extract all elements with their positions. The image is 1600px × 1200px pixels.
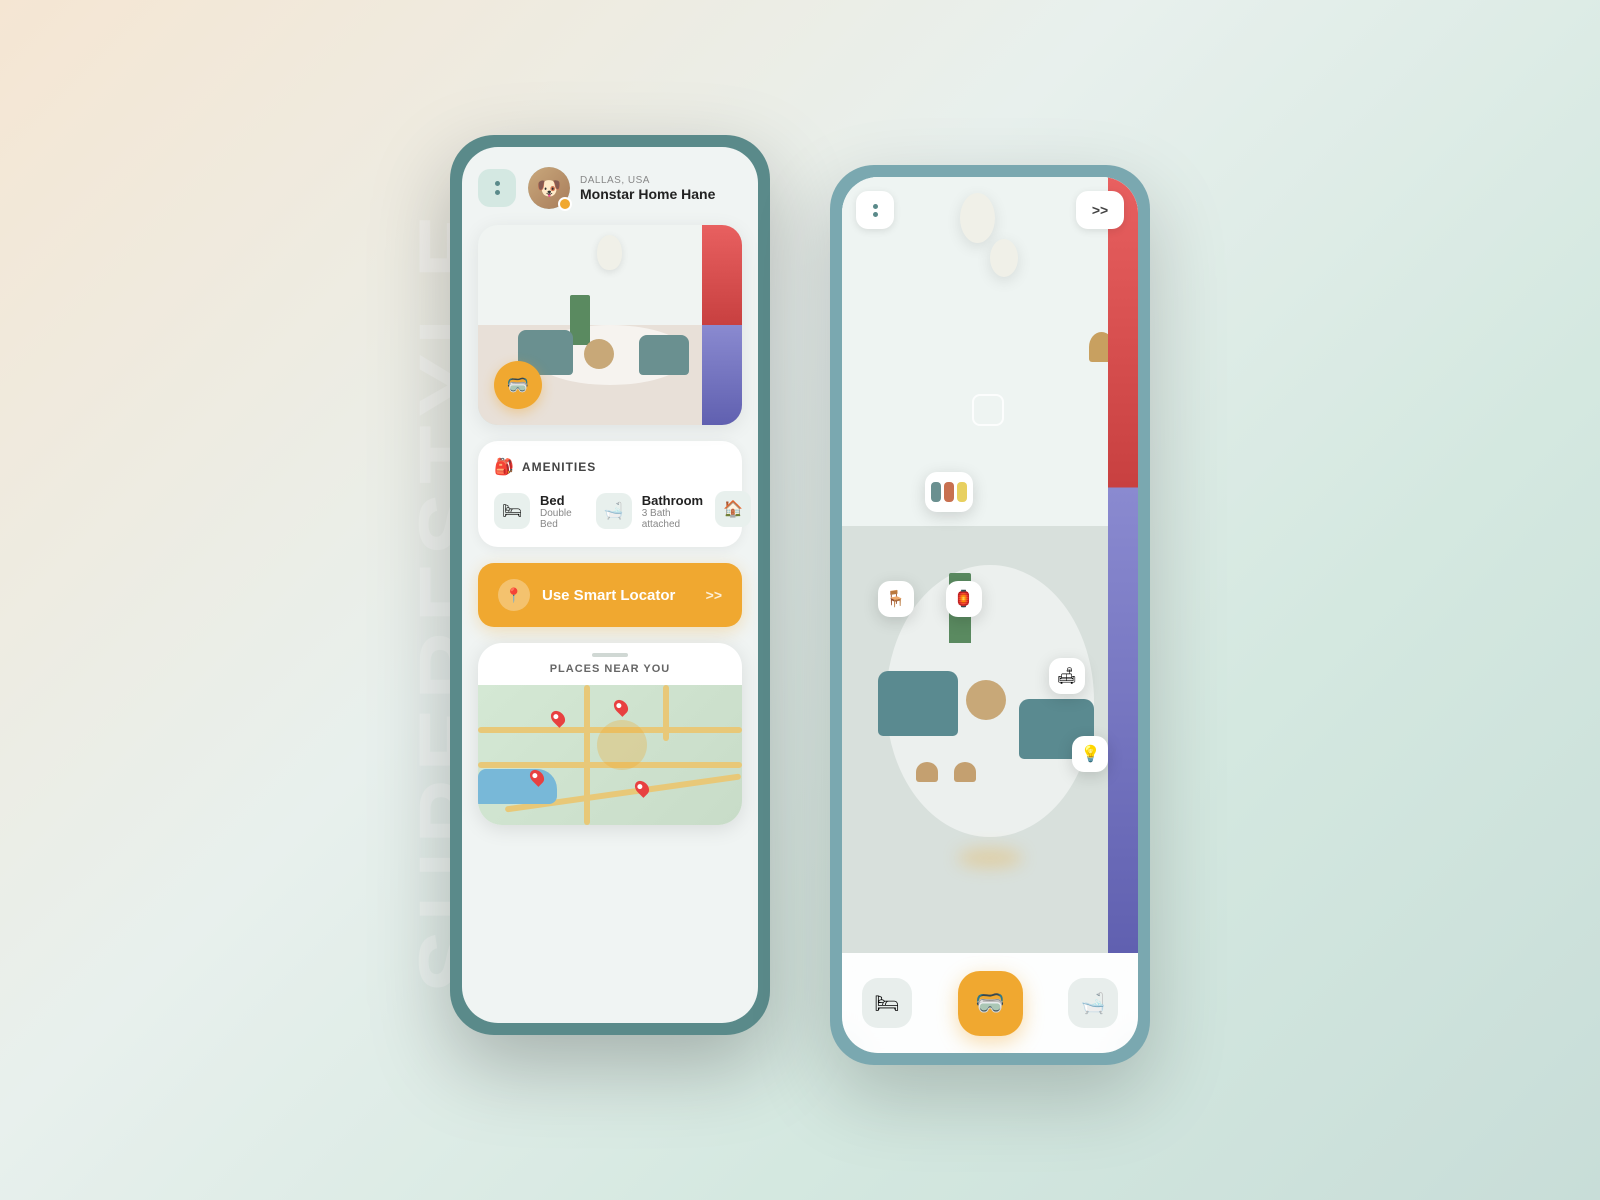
header-row: 🐶 DALLAS, USA Monstar Home Hane (478, 167, 742, 209)
amenities-grid: 🛏 Bed Double Bed 🛁 (494, 491, 726, 531)
menu-dot-1 (495, 181, 500, 186)
ar-top-bar: >> (842, 191, 1138, 229)
locator-icon: 📍 (498, 579, 530, 611)
ar-item-tag-3[interactable]: 🛋 (1049, 658, 1085, 694)
places-label: PLACES NEAR YOU (478, 663, 742, 685)
bath-name: Bathroom (642, 493, 703, 508)
avatar-wrap: 🐶 (528, 167, 570, 209)
room-plant (570, 295, 590, 345)
home-icon-wrap: 🏠 (715, 491, 751, 527)
bath-detail: 3 Bath attached (642, 508, 703, 530)
ar-color-tag[interactable] (925, 472, 973, 512)
pin-icon: 📍 (505, 587, 522, 604)
user-text: DALLAS, USA Monstar Home Hane (580, 175, 715, 202)
ar-menu-button[interactable] (856, 191, 894, 229)
ar-chair-1 (878, 671, 958, 736)
ar-bath-icon: 🛁 (1081, 991, 1106, 1016)
map-road-v2 (663, 685, 669, 741)
bed-text: Bed Double Bed (540, 493, 572, 530)
ar-item-icon-3: 🛋 (1057, 666, 1077, 686)
phone-right: >> 🪑 🏮 🛋 (830, 165, 1150, 1065)
ar-item-tag-4[interactable]: 💡 (1072, 736, 1108, 772)
map-glow (597, 720, 647, 770)
ar-focus-ring (972, 394, 1004, 426)
ar-accent (1108, 177, 1138, 953)
ar-bath-button[interactable]: 🛁 (1068, 978, 1118, 1028)
smart-locator-button[interactable]: 📍 Use Smart Locator >> (478, 563, 742, 627)
room-accent (702, 225, 742, 425)
map-pin-4 (632, 778, 652, 798)
amenities-title: AMENITIES (522, 460, 596, 474)
ar-item-tag-2[interactable]: 🏮 (946, 581, 982, 617)
map-road-v1 (584, 685, 590, 825)
map-handle-wrap (478, 643, 742, 663)
amenities-title-row: 🎒 AMENITIES (494, 457, 726, 477)
map-handle (592, 653, 628, 657)
map-water (478, 769, 557, 804)
ar-bottom-glow (958, 848, 1023, 868)
user-name: Monstar Home Hane (580, 186, 715, 202)
room-chair-2 (639, 335, 689, 375)
color-swatch-orange (944, 482, 954, 502)
ar-bottom-bar: 🛏 🥽 🛁 (842, 953, 1138, 1053)
menu-button[interactable] (478, 169, 516, 207)
map-view[interactable] (478, 685, 742, 825)
ar-forward-button[interactable]: >> (1076, 191, 1124, 229)
amenities-bag-icon: 🎒 (494, 457, 514, 477)
ar-menu-dot-1 (873, 204, 878, 209)
ar-view: >> 🪑 🏮 🛋 (842, 177, 1138, 953)
phone-left: 🐶 DALLAS, USA Monstar Home Hane (450, 135, 770, 1035)
bath-text: Bathroom 3 Bath attached (642, 493, 703, 530)
map-card: PLACES NEAR YOU (478, 643, 742, 825)
ar-bed-button[interactable]: 🛏 (862, 978, 912, 1028)
ar-menu-dot-2 (873, 212, 878, 217)
menu-dot-2 (495, 190, 500, 195)
color-swatch-yellow (957, 482, 967, 502)
vr-icon: 🥽 (507, 375, 529, 396)
amenity-bathroom: 🛁 Bathroom 3 Bath attached (596, 491, 703, 531)
bed-name: Bed (540, 493, 572, 508)
map-pin-1 (548, 708, 568, 728)
bed-icon-wrap: 🛏 (494, 493, 530, 529)
amenity-bed: 🛏 Bed Double Bed (494, 491, 572, 531)
bed-detail: Double Bed (540, 508, 572, 530)
amenities-section: 🎒 AMENITIES 🛏 Bed Double Bed (478, 441, 742, 547)
bath-icon: 🛁 (604, 501, 624, 521)
smart-locator-arrow: >> (706, 587, 722, 603)
ar-pendant-2 (990, 239, 1018, 277)
ar-vr-icon: 🥽 (975, 989, 1005, 1018)
room-image-card: 🥽 (478, 225, 742, 425)
color-swatch-teal (931, 482, 941, 502)
user-location: DALLAS, USA (580, 175, 715, 186)
ar-bed-icon: 🛏 (874, 991, 899, 1016)
smart-locator-label: Use Smart Locator (542, 587, 675, 604)
ar-item-icon-1: 🪑 (886, 589, 906, 609)
home-icon: 🏠 (723, 499, 743, 519)
ar-stool-2 (954, 762, 976, 782)
ar-vr-main-button[interactable]: 🥽 (958, 971, 1023, 1036)
ar-stool-1 (916, 762, 938, 782)
bath-icon-wrap: 🛁 (596, 493, 632, 529)
bed-icon: 🛏 (502, 501, 522, 521)
phones-container: 🐶 DALLAS, USA Monstar Home Hane (450, 135, 1150, 1065)
room-table (584, 339, 614, 369)
smart-locator-left: 📍 Use Smart Locator (498, 579, 675, 611)
room-pendant (597, 235, 622, 270)
avatar-badge (558, 197, 572, 211)
user-info: 🐶 DALLAS, USA Monstar Home Hane (528, 167, 742, 209)
ar-item-icon-4: 💡 (1080, 744, 1100, 764)
ar-item-icon-2: 🏮 (954, 589, 974, 609)
vr-button[interactable]: 🥽 (494, 361, 542, 409)
map-pin-2 (611, 697, 631, 717)
ar-item-tag-1[interactable]: 🪑 (878, 581, 914, 617)
